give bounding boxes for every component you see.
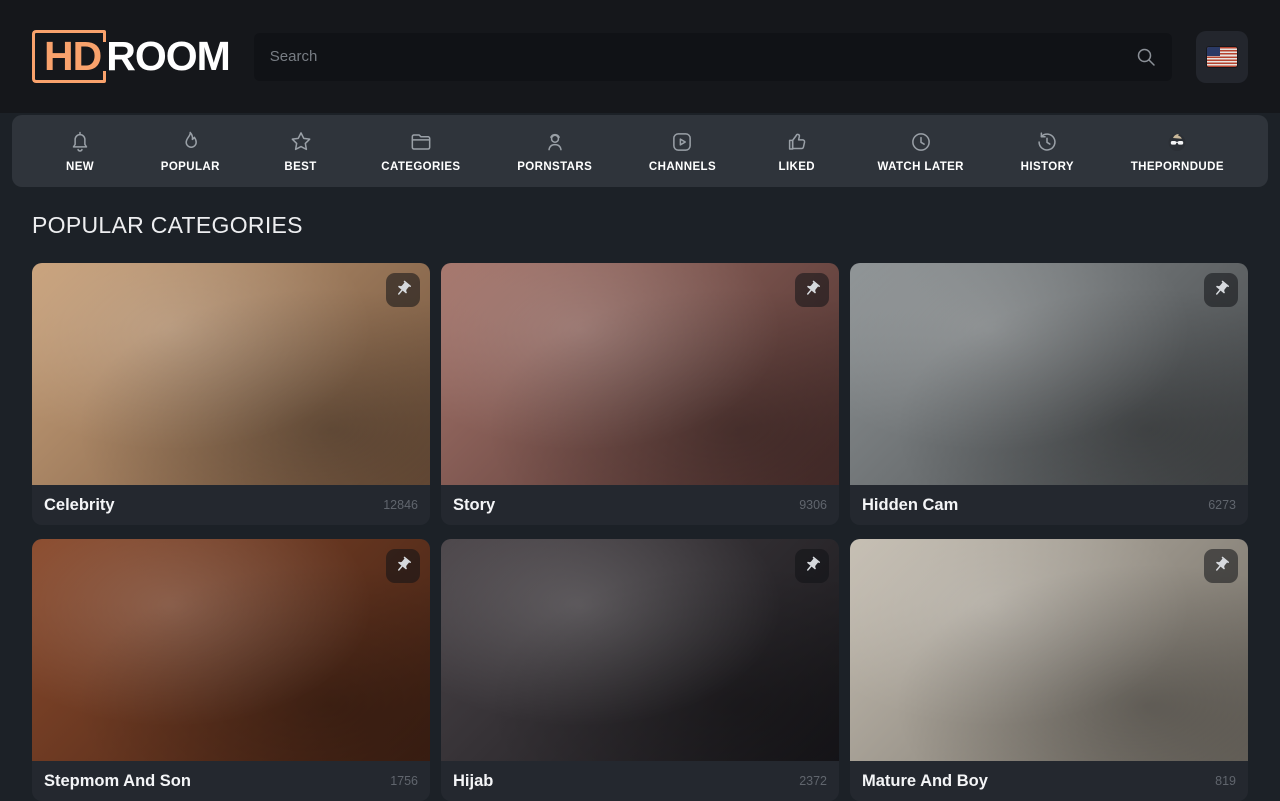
pin-button[interactable] — [1204, 273, 1238, 307]
category-card-footer: Stepmom And Son 1756 — [32, 761, 430, 801]
us-flag-icon — [1207, 47, 1237, 67]
nav-item-label: HISTORY — [1021, 161, 1074, 173]
nav-item-channels[interactable]: CHANNELS — [649, 129, 716, 173]
category-count: 12846 — [383, 498, 418, 512]
clock-icon — [908, 129, 934, 155]
site-logo[interactable]: HD ROOM — [32, 30, 230, 83]
category-thumbnail[interactable] — [441, 263, 839, 485]
logo-frame: HD — [32, 30, 103, 83]
category-card[interactable]: Stepmom And Son 1756 — [32, 539, 430, 801]
play-icon — [669, 129, 695, 155]
category-card-footer: Mature And Boy 819 — [850, 761, 1248, 801]
category-card-footer: Hidden Cam 6273 — [850, 485, 1248, 525]
nav-item-label: CATEGORIES — [381, 161, 460, 173]
nav-item-new[interactable]: NEW — [56, 129, 104, 173]
category-title: Celebrity — [44, 496, 115, 515]
logo-room-text: ROOM — [106, 36, 230, 77]
category-thumbnail[interactable] — [32, 539, 430, 761]
category-card-footer: Hijab 2372 — [441, 761, 839, 801]
category-count: 6273 — [1208, 498, 1236, 512]
nav-item-theporndude[interactable]: THEPORNDUDE — [1131, 129, 1224, 173]
category-count: 819 — [1215, 774, 1236, 788]
history-icon — [1034, 129, 1060, 155]
pin-button[interactable] — [386, 549, 420, 583]
nav-item-popular[interactable]: POPULAR — [161, 129, 220, 173]
nav-item-label: CHANNELS — [649, 161, 716, 173]
category-card-footer: Story 9306 — [441, 485, 839, 525]
category-count: 9306 — [799, 498, 827, 512]
language-button[interactable] — [1196, 31, 1248, 83]
nav-item-label: WATCH LATER — [878, 161, 964, 173]
theporndude-icon — [1165, 129, 1189, 155]
category-thumbnail[interactable] — [850, 263, 1248, 485]
nav-item-label: POPULAR — [161, 161, 220, 173]
category-thumbnail[interactable] — [850, 539, 1248, 761]
pin-button[interactable] — [1204, 549, 1238, 583]
star-icon — [288, 129, 314, 155]
flame-icon — [177, 129, 203, 155]
folder-icon — [408, 129, 434, 155]
category-card[interactable]: Mature And Boy 819 — [850, 539, 1248, 801]
category-card-footer: Celebrity 12846 — [32, 485, 430, 525]
pushpin-icon — [803, 280, 821, 301]
category-title: Story — [453, 496, 495, 515]
main-content: POPULAR CATEGORIES Celebrity 12846 — [0, 212, 1280, 801]
pin-button[interactable] — [795, 549, 829, 583]
nav-item-liked[interactable]: LIKED — [773, 129, 821, 173]
nav-item-label: LIKED — [779, 161, 816, 173]
category-card[interactable]: Story 9306 — [441, 263, 839, 525]
category-title: Mature And Boy — [862, 772, 988, 791]
category-count: 1756 — [390, 774, 418, 788]
category-grid: Celebrity 12846 Story 9306 — [32, 263, 1248, 801]
page-title: POPULAR CATEGORIES — [32, 212, 1248, 239]
person-icon — [542, 129, 568, 155]
logo-hd-text: HD — [44, 33, 101, 79]
category-title: Stepmom And Son — [44, 772, 191, 791]
nav-bar: NEW POPULAR BEST CATEGORIES PORNSTARS CH… — [12, 115, 1268, 187]
nav-item-history[interactable]: HISTORY — [1021, 129, 1074, 173]
bell-icon — [67, 129, 93, 155]
category-thumbnail[interactable] — [441, 539, 839, 761]
thumbs-up-icon — [784, 129, 810, 155]
nav-item-watch-later[interactable]: WATCH LATER — [878, 129, 964, 173]
nav-item-label: PORNSTARS — [517, 161, 592, 173]
category-card[interactable]: Hidden Cam 6273 — [850, 263, 1248, 525]
category-count: 2372 — [799, 774, 827, 788]
nav-item-label: NEW — [66, 161, 94, 173]
header: HD ROOM — [0, 0, 1280, 113]
search-icon — [1134, 57, 1158, 72]
category-card[interactable]: Hijab 2372 — [441, 539, 839, 801]
nav-item-label: BEST — [284, 161, 316, 173]
nav-item-best[interactable]: BEST — [277, 129, 325, 173]
search-button[interactable] — [1130, 41, 1162, 73]
pushpin-icon — [803, 556, 821, 577]
pushpin-icon — [1212, 556, 1230, 577]
category-card[interactable]: Celebrity 12846 — [32, 263, 430, 525]
pushpin-icon — [394, 556, 412, 577]
pushpin-icon — [394, 280, 412, 301]
pin-button[interactable] — [386, 273, 420, 307]
search-input[interactable] — [254, 33, 1172, 81]
nav-item-categories[interactable]: CATEGORIES — [381, 129, 460, 173]
category-title: Hidden Cam — [862, 496, 958, 515]
pin-button[interactable] — [795, 273, 829, 307]
nav-item-label: THEPORNDUDE — [1131, 161, 1224, 173]
search-bar — [254, 33, 1172, 81]
category-title: Hijab — [453, 772, 493, 791]
category-thumbnail[interactable] — [32, 263, 430, 485]
pushpin-icon — [1212, 280, 1230, 301]
nav-item-pornstars[interactable]: PORNSTARS — [517, 129, 592, 173]
